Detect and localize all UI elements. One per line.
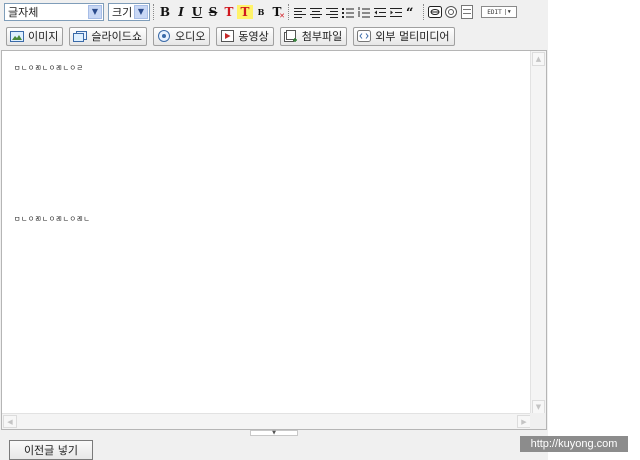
- font-family-select[interactable]: 글자체 ▼: [4, 3, 104, 21]
- align-center-icon[interactable]: [308, 3, 324, 21]
- chevron-down-icon[interactable]: ▼: [134, 5, 148, 19]
- text-color-button[interactable]: T: [221, 3, 237, 21]
- content-line: ㅁㄴㅇㄻㄴㅇㄻㄴㅇㄻㄴ: [14, 215, 91, 223]
- background-color-button[interactable]: T: [237, 5, 253, 19]
- underline-button[interactable]: U: [189, 3, 205, 21]
- insert-image-button[interactable]: 이미지: [6, 26, 64, 46]
- toolbar-divider: [423, 4, 424, 20]
- watermark-url: http://kuyong.com: [520, 436, 628, 452]
- toolbar-divider: [153, 4, 154, 20]
- bold-button[interactable]: B: [157, 3, 173, 21]
- align-right-icon[interactable]: [324, 3, 340, 21]
- font-family-select-label: 글자체: [8, 6, 39, 19]
- insert-attachment-label: 첨부파일: [301, 30, 343, 43]
- slideshow-icon: [73, 30, 88, 42]
- scroll-right-icon[interactable]: ▶: [517, 415, 531, 428]
- insert-image-label: 이미지: [28, 30, 59, 43]
- attachment-icon: [283, 30, 298, 42]
- edit-mode-button[interactable]: EDIT ▼: [481, 6, 517, 18]
- quote-icon[interactable]: “: [404, 3, 420, 21]
- chevron-down-icon: ▼: [504, 9, 511, 15]
- strikethrough-button[interactable]: S: [205, 3, 221, 21]
- video-icon: [220, 30, 234, 42]
- media-toolbar: 이미지 슬라이드쇼 오디오 동영상 첨부파일 외부 멀티미디어: [0, 26, 548, 46]
- clear-format-x-icon: ✕: [279, 12, 285, 20]
- insert-attachment-button[interactable]: 첨부파일: [279, 26, 348, 46]
- insert-slideshow-label: 슬라이드쇼: [91, 30, 142, 43]
- insert-video-label: 동영상: [238, 30, 269, 43]
- toolbar-divider: [288, 4, 289, 20]
- image-icon: [10, 30, 24, 42]
- audio-icon: [157, 30, 171, 42]
- format-toolbar: 글자체 ▼ 크기 ▼ B I U S T T B T ✕ “ EDIT ▼: [0, 0, 548, 24]
- content-line: ㅁㄴㅇㄻㄴㅇㄻㄴㅇㄹ: [14, 64, 84, 72]
- editor-panel: 글자체 ▼ 크기 ▼ B I U S T T B T ✕ “ EDIT ▼ 이미…: [0, 0, 548, 460]
- bullet-list-icon[interactable]: [340, 3, 356, 21]
- scroll-up-icon[interactable]: ▲: [532, 52, 545, 66]
- edit-mode-label: EDIT: [487, 8, 502, 16]
- vertical-scrollbar[interactable]: ▲ ▼: [530, 51, 546, 415]
- italic-button[interactable]: I: [173, 3, 189, 21]
- svg-text:“: “: [406, 7, 413, 18]
- insert-video-button[interactable]: 동영상: [216, 26, 274, 46]
- link-icon[interactable]: [427, 3, 443, 21]
- insert-previous-post-label: 이전글 넣기: [23, 444, 79, 457]
- emoticon-icon[interactable]: [443, 3, 459, 21]
- font-size-select[interactable]: 크기 ▼: [108, 3, 150, 21]
- insert-previous-post-button[interactable]: 이전글 넣기: [9, 440, 93, 460]
- special-char-icon[interactable]: [459, 3, 475, 21]
- insert-external-media-button[interactable]: 외부 멀티미디어: [353, 26, 455, 46]
- insert-audio-button[interactable]: 오디오: [152, 26, 211, 46]
- outdent-icon[interactable]: [372, 3, 388, 21]
- indent-icon[interactable]: [388, 3, 404, 21]
- horizontal-scrollbar[interactable]: ◀ ▶: [2, 413, 532, 429]
- scrollbar-corner: [530, 413, 546, 429]
- numbered-list-icon[interactable]: [356, 3, 372, 21]
- clear-format-button[interactable]: T ✕: [269, 3, 285, 21]
- insert-external-media-label: 외부 멀티미디어: [375, 30, 450, 43]
- embed-code-icon: [357, 30, 372, 42]
- small-bold-button[interactable]: B: [253, 3, 269, 21]
- resize-handle[interactable]: ▼: [250, 430, 298, 436]
- scroll-down-icon[interactable]: ▼: [532, 400, 545, 414]
- insert-audio-label: 오디오: [174, 30, 206, 43]
- font-size-select-label: 크기: [112, 6, 133, 19]
- scroll-left-icon[interactable]: ◀: [3, 415, 17, 428]
- resize-arrow-icon: ▼: [272, 430, 276, 436]
- align-left-icon[interactable]: [292, 3, 308, 21]
- chevron-down-icon[interactable]: ▼: [88, 5, 102, 19]
- editor-content-area[interactable]: ㅁㄴㅇㄻㄴㅇㄻㄴㅇㄹ ㅁㄴㅇㄻㄴㅇㄻㄴㅇㄻㄴ ▲ ▼ ◀ ▶: [1, 50, 547, 430]
- insert-slideshow-button[interactable]: 슬라이드쇼: [69, 26, 147, 46]
